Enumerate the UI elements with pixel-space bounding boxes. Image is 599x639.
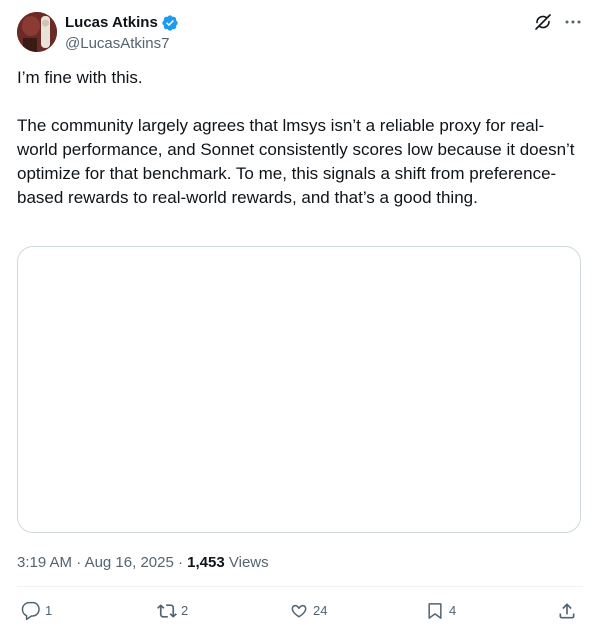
top-icons	[533, 12, 583, 32]
tweet-meta: 3:19 AM · Aug 16, 2025 · 1,453 Views	[17, 553, 269, 573]
verified-badge-icon	[161, 14, 179, 32]
share-icon	[559, 603, 575, 619]
bookmark-icon	[428, 603, 442, 619]
tweet: Lucas Atkins @LucasAtkins7 I’m fine with…	[0, 0, 599, 639]
repost-button[interactable]: 2	[157, 601, 188, 621]
reply-count: 1	[45, 603, 53, 618]
avatar-image	[17, 12, 57, 52]
meta-separator: ·	[177, 554, 183, 571]
tweet-paragraph-1: I’m fine with this.	[17, 68, 143, 87]
meta-separator: ·	[76, 554, 82, 571]
share-button[interactable]	[557, 601, 577, 621]
tweet-paragraph-2: The community largely agrees that lmsys …	[17, 116, 575, 207]
media-card[interactable]	[17, 246, 581, 533]
repost-icon	[157, 604, 177, 618]
reply-icon	[21, 601, 40, 621]
tweet-header: Lucas Atkins @LucasAtkins7	[17, 12, 583, 54]
tweet-text: I’m fine with this. The community largel…	[17, 66, 577, 210]
views-count: 1,453	[187, 554, 225, 571]
bookmark-button[interactable]: 4	[425, 601, 456, 621]
like-count: 24	[313, 603, 328, 618]
avatar[interactable]	[17, 12, 57, 52]
more-icon[interactable]	[563, 12, 583, 32]
reply-button[interactable]: 1	[21, 601, 52, 621]
name-row: Lucas Atkins	[65, 13, 179, 33]
like-button[interactable]: 24	[289, 601, 327, 621]
tweet-date[interactable]: Aug 16, 2025	[85, 554, 174, 571]
bookmark-count: 4	[449, 603, 457, 618]
heart-icon	[291, 604, 307, 618]
display-name[interactable]: Lucas Atkins	[65, 13, 158, 33]
action-bar: 1 2 24 4	[17, 601, 583, 625]
tweet-time[interactable]: 3:19 AM	[17, 554, 72, 571]
divider	[17, 586, 583, 587]
views-label: Views	[228, 554, 269, 571]
handle[interactable]: @LucasAtkins7	[65, 34, 169, 54]
grok-icon[interactable]	[533, 12, 553, 32]
repost-count: 2	[181, 603, 189, 618]
